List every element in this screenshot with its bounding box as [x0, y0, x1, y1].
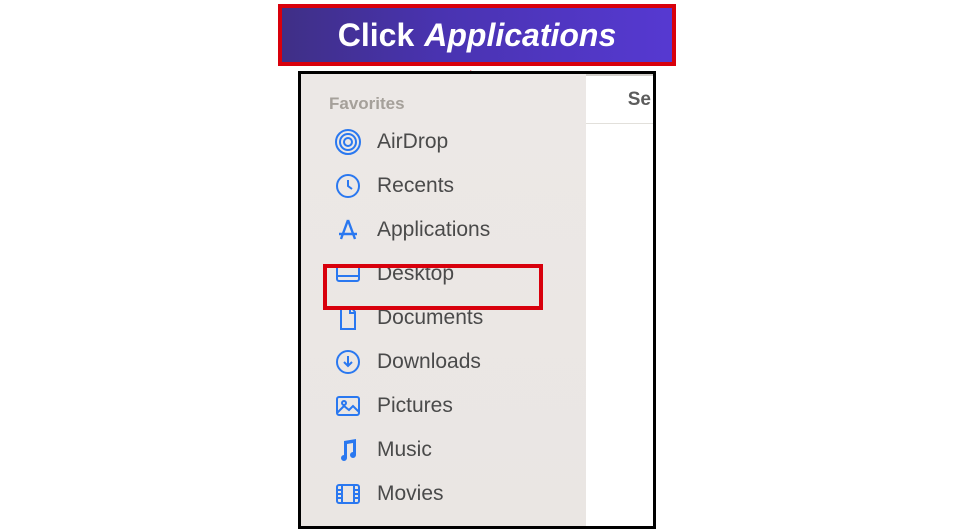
sidebar-item-label: Downloads	[377, 350, 481, 374]
sidebar-item-airdrop[interactable]: AirDrop	[301, 120, 586, 164]
movies-icon	[333, 479, 363, 509]
sidebar-item-label: Desktop	[377, 262, 454, 286]
sidebar-item-downloads[interactable]: Downloads	[301, 340, 586, 384]
sidebar-item-recents[interactable]: Recents	[301, 164, 586, 208]
icloud-header: iCloud	[301, 526, 586, 529]
callout-emphasis: Applications	[424, 17, 616, 54]
favorites-header: Favorites	[301, 86, 586, 120]
download-icon	[333, 347, 363, 377]
callout-prefix: Click	[338, 17, 414, 54]
sidebar-item-label: Recents	[377, 174, 454, 198]
airdrop-icon	[333, 127, 363, 157]
appstore-icon	[333, 215, 363, 245]
sidebar-item-movies[interactable]: Movies	[301, 472, 586, 516]
sidebar-item-label: Applications	[377, 218, 490, 242]
sidebar-item-applications[interactable]: Applications	[301, 208, 586, 252]
instruction-callout: Click Applications	[278, 4, 676, 66]
finder-toolbar: Se	[586, 76, 656, 124]
sidebar-item-label: Documents	[377, 306, 483, 330]
finder-content: Se	[586, 74, 656, 526]
finder-window: Favorites AirDrop Recents	[298, 71, 656, 529]
clock-icon	[333, 171, 363, 201]
sidebar-item-desktop[interactable]: Desktop	[301, 252, 586, 296]
sidebar-item-label: Pictures	[377, 394, 453, 418]
sidebar-item-documents[interactable]: Documents	[301, 296, 586, 340]
desktop-icon	[333, 259, 363, 289]
sidebar-item-label: AirDrop	[377, 130, 448, 154]
sidebar-item-music[interactable]: Music	[301, 428, 586, 472]
sidebar-item-label: Movies	[377, 482, 444, 506]
sidebar-item-pictures[interactable]: Pictures	[301, 384, 586, 428]
partial-column-text: Se	[628, 89, 651, 111]
music-icon	[333, 435, 363, 465]
document-icon	[333, 303, 363, 333]
sidebar-item-label: Music	[377, 438, 432, 462]
pictures-icon	[333, 391, 363, 421]
finder-sidebar: Favorites AirDrop Recents	[301, 74, 586, 526]
